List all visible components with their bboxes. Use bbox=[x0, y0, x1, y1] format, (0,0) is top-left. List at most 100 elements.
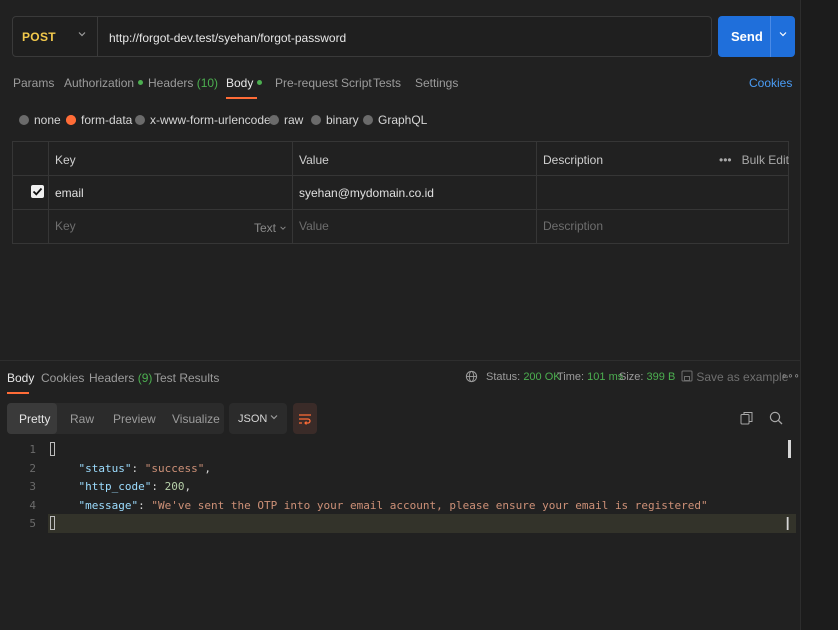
format-pretty[interactable]: Pretty bbox=[19, 412, 50, 426]
response-size[interactable]: Size: 399 B bbox=[619, 371, 675, 383]
key-placeholder[interactable]: Key bbox=[55, 219, 76, 233]
text-cursor-icon: I bbox=[785, 514, 791, 535]
tab-headers[interactable]: Headers (10) bbox=[148, 76, 218, 90]
radio-icon bbox=[269, 114, 279, 125]
line-number: 5 bbox=[29, 517, 36, 530]
right-sidebar-strip bbox=[800, 0, 838, 630]
radio-label: x-www-form-urlencoded bbox=[150, 113, 278, 127]
radio-icon bbox=[311, 114, 321, 125]
chevron-down-icon bbox=[280, 226, 287, 230]
line-number: 1 bbox=[29, 443, 36, 456]
radio-selected-icon bbox=[66, 114, 76, 125]
code-line: "http_code": 200, bbox=[78, 480, 192, 493]
size-label: Size: bbox=[619, 371, 644, 383]
chevron-down-icon[interactable] bbox=[778, 29, 788, 42]
divider bbox=[770, 16, 771, 57]
radio-form-data[interactable]: form-data bbox=[66, 113, 132, 127]
active-dot-icon bbox=[138, 80, 144, 86]
row-key[interactable]: email bbox=[55, 186, 84, 200]
radio-label: form-data bbox=[81, 113, 133, 127]
save-icon bbox=[681, 370, 693, 382]
url-input[interactable]: http://forgot-dev.test/syehan/forgot-pas… bbox=[109, 31, 346, 45]
tab-label: Body bbox=[226, 76, 254, 90]
close-brace-marker bbox=[50, 516, 55, 530]
more-icon[interactable]: ••• bbox=[719, 153, 732, 167]
code-line: "status": "success", bbox=[78, 462, 211, 475]
divider bbox=[13, 209, 788, 210]
radio-raw[interactable]: raw bbox=[269, 113, 303, 127]
code-line: "message": "We've sent the OTP into your… bbox=[78, 499, 708, 512]
column-header-description: Description bbox=[543, 153, 604, 167]
format-visualize[interactable]: Visualize bbox=[172, 412, 220, 426]
line-number: 3 bbox=[29, 480, 36, 493]
headers-count: (10) bbox=[196, 76, 219, 90]
json-string: "success" bbox=[144, 462, 205, 475]
radio-icon bbox=[19, 114, 29, 125]
radio-label: raw bbox=[284, 113, 304, 127]
divider bbox=[13, 175, 788, 176]
tab-authorization[interactable]: Authorization bbox=[64, 76, 144, 90]
bulk-edit-button[interactable]: ••• Bulk Edit bbox=[719, 153, 789, 167]
cookies-link[interactable]: Cookies bbox=[749, 76, 792, 90]
radio-none[interactable]: none bbox=[19, 113, 61, 127]
description-placeholder[interactable]: Description bbox=[543, 219, 603, 233]
more-icon[interactable]: ∘∘∘ bbox=[781, 371, 800, 382]
chevron-down-icon[interactable] bbox=[77, 29, 87, 39]
wrap-lines-icon bbox=[299, 414, 311, 425]
wrap-lines-button[interactable] bbox=[293, 403, 317, 434]
row-checkbox[interactable] bbox=[31, 185, 44, 198]
method-select[interactable]: POST bbox=[22, 30, 56, 44]
response-status[interactable]: Status: 200 OK bbox=[486, 371, 561, 383]
radio-graphql[interactable]: GraphQL bbox=[363, 113, 427, 127]
status-value: 200 OK bbox=[523, 371, 561, 383]
json-number: 200 bbox=[164, 480, 185, 493]
response-time[interactable]: Time: 101 ms bbox=[557, 371, 623, 383]
tab-response-body[interactable]: Body bbox=[7, 371, 34, 385]
tab-tests[interactable]: Tests bbox=[373, 76, 401, 90]
json-string: "We've sent the OTP into your email acco… bbox=[151, 499, 708, 512]
status-label: Status: bbox=[486, 371, 521, 383]
line-number: 4 bbox=[29, 499, 36, 512]
divider bbox=[536, 142, 537, 243]
tab-params[interactable]: Params bbox=[13, 76, 54, 90]
tab-label: Headers bbox=[89, 371, 135, 385]
tab-body[interactable]: Body bbox=[226, 76, 263, 90]
active-tab-indicator bbox=[7, 392, 29, 394]
radio-binary[interactable]: binary bbox=[311, 113, 359, 127]
tab-test-results[interactable]: Test Results bbox=[154, 371, 219, 385]
radio-x-www-form-urlencoded[interactable]: x-www-form-urlencoded bbox=[135, 113, 277, 127]
save-as-example-label: Save as example bbox=[696, 370, 789, 384]
language-label: JSON bbox=[238, 413, 268, 425]
bulk-edit-label: Bulk Edit bbox=[741, 153, 789, 167]
copy-icon[interactable] bbox=[740, 411, 753, 428]
tab-response-headers[interactable]: Headers (9) bbox=[89, 371, 152, 385]
type-select[interactable]: Text bbox=[254, 221, 287, 235]
json-key: "message" bbox=[78, 499, 139, 512]
save-as-example-button[interactable]: Save as example bbox=[681, 370, 788, 384]
radio-icon bbox=[363, 114, 373, 125]
divider bbox=[0, 360, 800, 361]
scrollbar-thumb[interactable] bbox=[788, 440, 791, 458]
tab-settings[interactable]: Settings bbox=[415, 76, 458, 90]
current-line-highlight bbox=[48, 514, 796, 533]
tab-label: Headers bbox=[148, 76, 194, 90]
divider bbox=[292, 142, 293, 243]
check-icon bbox=[32, 187, 43, 196]
language-select[interactable]: JSON bbox=[229, 403, 287, 434]
format-preview[interactable]: Preview bbox=[113, 412, 156, 426]
tab-response-cookies[interactable]: Cookies bbox=[41, 371, 84, 385]
send-button[interactable]: Send bbox=[718, 16, 795, 57]
type-label: Text bbox=[254, 221, 277, 235]
time-label: Time: bbox=[557, 371, 585, 383]
search-icon[interactable] bbox=[769, 411, 783, 428]
row-value[interactable]: syehan@mydomain.co.id bbox=[299, 186, 434, 200]
tab-pre-request-script[interactable]: Pre-request Script bbox=[275, 76, 372, 90]
size-value: 399 B bbox=[646, 371, 676, 383]
line-number: 2 bbox=[29, 462, 36, 475]
format-raw[interactable]: Raw bbox=[70, 412, 94, 426]
value-placeholder[interactable]: Value bbox=[299, 219, 329, 233]
active-dot-icon bbox=[257, 80, 263, 86]
radio-label: none bbox=[34, 113, 61, 127]
globe-icon[interactable] bbox=[465, 370, 478, 386]
chevron-down-icon bbox=[269, 412, 279, 425]
